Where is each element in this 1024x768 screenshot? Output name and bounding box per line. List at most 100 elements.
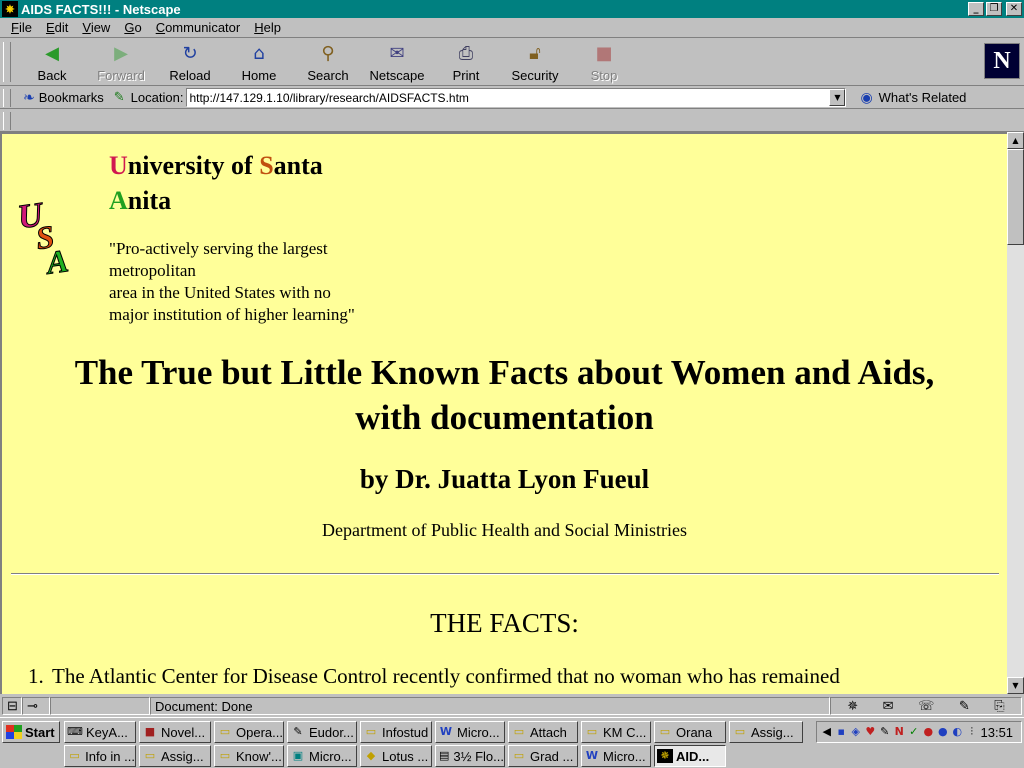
scroll-up-arrow-icon[interactable]: ▲ [1007,132,1024,149]
conference-icon[interactable]: ⎘ [994,698,1004,714]
bookmarks-button[interactable]: ❧ Bookmarks [23,90,104,106]
menu-help[interactable]: Help [247,20,288,35]
menu-file-rest: ile [18,20,32,35]
netscape-app-icon[interactable]: ✵ [2,1,18,17]
menu-file[interactable]: File [4,20,39,35]
toolbar-grip[interactable] [3,42,11,82]
taskbar-item-assig-1[interactable]: ▭ Assig... [729,721,803,743]
taskbar-item-keya[interactable]: ⌨ KeyA... [64,721,136,743]
folder-icon: ▭ [219,725,231,738]
menu-communicator[interactable]: Communicator [149,20,248,35]
taskbar-item-label: KM C... [603,724,647,740]
close-button[interactable]: ✕ [1006,2,1022,16]
search-button[interactable]: ⚲ Search [294,41,362,83]
component-bar: ✵ ✉ ☏ ✎ ⎘ [830,697,1022,715]
taskbar-item-floppy[interactable]: ▤ 3½ Flo... [435,745,505,767]
page-title: The True but Little Known Facts about Wo… [2,350,1007,440]
taskbar-item-novel[interactable]: ■ Novel... [139,721,211,743]
antivirus-icon[interactable]: ◈ [850,726,862,738]
discussions-icon[interactable]: ☏ [918,698,934,714]
forward-button[interactable]: ▶ Forward [87,41,155,83]
whats-related-button[interactable]: ◉ What's Related [860,90,966,106]
taskbar-item-label: AID... [676,748,710,764]
home-button[interactable]: ⌂ Home [225,41,293,83]
taskbar-item-label: Infostud [382,724,429,740]
speaker-icon[interactable]: ◀ [821,726,833,738]
network-icon[interactable]: ▪ [836,726,848,738]
composer-icon[interactable]: ✎ [959,698,970,714]
taskbar-item-attach[interactable]: ▭ Attach [508,721,578,743]
menu-go[interactable]: Go [117,20,148,35]
folder-icon: ▭ [734,725,746,738]
personal-toolbar-grip[interactable] [3,112,11,130]
security-status-icon[interactable]: ⊸ [22,697,50,715]
taskbar: Start ⌨ KeyA... ■ Novel... ▭ Opera... ✎ Eudo… [0,717,1024,768]
chat-icon[interactable]: ● [937,726,949,738]
taskbar-item-label: Novel... [161,724,206,740]
bookmarks-icon: ❧ [23,89,35,106]
messenger-icon[interactable]: ◐ [952,726,964,738]
menu-view-mnemonic: V [82,20,91,35]
taskbar-item-orana[interactable]: ▭ Orana [654,721,726,743]
folder-icon: ▭ [513,749,525,762]
menu-view[interactable]: View [75,20,117,35]
menu-edit[interactable]: Edit [39,20,75,35]
back-button[interactable]: ◀ Back [18,41,86,83]
netscape-logo[interactable]: N [984,43,1020,79]
taskbar-item-grad[interactable]: ▭ Grad ... [508,745,578,767]
signal-icon[interactable]: ⫶ [966,726,978,738]
scheduler-icon[interactable]: ✎ [879,726,891,738]
taskbar-item-know[interactable]: ▭ Know'... [214,745,284,767]
checklist-icon[interactable]: ✓ [908,726,920,738]
page-content: U S A University of Santa Anita "Pro-act… [0,132,1007,694]
globe-icon[interactable]: ● [923,726,935,738]
url-dropdown-arrow-icon[interactable]: ▼ [829,89,846,106]
taskbar-item-info-in[interactable]: ▭ Info in ... [64,745,136,767]
taskbar-item-lotus[interactable]: ◆ Lotus ... [360,745,432,767]
reload-button[interactable]: ↻ Reload [156,41,224,83]
tagline-line-3: area in the United States with no [109,283,331,302]
page-title-line-2: with documentation [355,398,654,437]
mail-icon[interactable]: ✉ [883,698,894,714]
university-tagline: "Pro-actively serving the largest metrop… [109,238,355,326]
location-grip[interactable] [3,88,11,107]
netscape-button[interactable]: ✉ Netscape [363,41,431,83]
navigator-icon[interactable]: ✵ [847,698,858,714]
taskbar-item-eudora[interactable]: ✎ Eudor... [287,721,357,743]
menu-communicator-rest: ommunicator [165,20,241,35]
security-button[interactable]: 🔓︎ Security [501,41,569,83]
print-button[interactable]: ⎙ Print [432,41,500,83]
shield-icon[interactable]: ♥ [865,726,877,738]
start-button[interactable]: Start [2,721,60,743]
search-label: Search [307,68,349,83]
taskbar-item-label: KeyA... [86,724,128,740]
bookmarks-label: Bookmarks [38,90,104,105]
page-proxy-icon[interactable]: ✎ [114,90,125,105]
netscape-tray-icon[interactable]: N [894,726,906,738]
taskbar-item-micro-3[interactable]: W Micro... [581,745,651,767]
folder-icon: ▭ [219,749,231,762]
whats-related-icon: ◉ [860,89,873,106]
scroll-down-arrow-icon[interactable]: ▼ [1007,677,1024,694]
vertical-scrollbar[interactable]: ▲ ▼ [1007,132,1024,694]
search-flashlight-icon: ⚲ [321,43,335,64]
netscape-icon: ✵ [657,749,673,763]
forward-label: Forward [97,68,145,83]
forward-arrow-icon: ▶ [114,43,128,64]
url-input[interactable] [187,89,828,106]
taskbar-item-aids-netscape[interactable]: ✵ AID... [654,745,726,767]
restore-button[interactable]: ❐ [986,2,1002,16]
taskbar-item-word[interactable]: W Micro... [435,721,505,743]
taskbar-item-label: Lotus ... [382,748,429,764]
stop-button[interactable]: ■ Stop [570,41,638,83]
taskbar-item-opera[interactable]: ▭ Opera... [214,721,284,743]
my-netscape-icon: ✉ [389,43,405,64]
minimize-button[interactable]: _ [968,2,984,16]
scroll-thumb[interactable] [1007,149,1024,245]
tagline-line-4: major institution of higher learning" [109,305,355,324]
menu-edit-rest: dit [54,20,69,35]
taskbar-item-assig-2[interactable]: ▭ Assig... [139,745,211,767]
taskbar-item-micro-2[interactable]: ▣ Micro... [287,745,357,767]
taskbar-item-km[interactable]: ▭ KM C... [581,721,651,743]
taskbar-item-infostud[interactable]: ▭ Infostud [360,721,432,743]
